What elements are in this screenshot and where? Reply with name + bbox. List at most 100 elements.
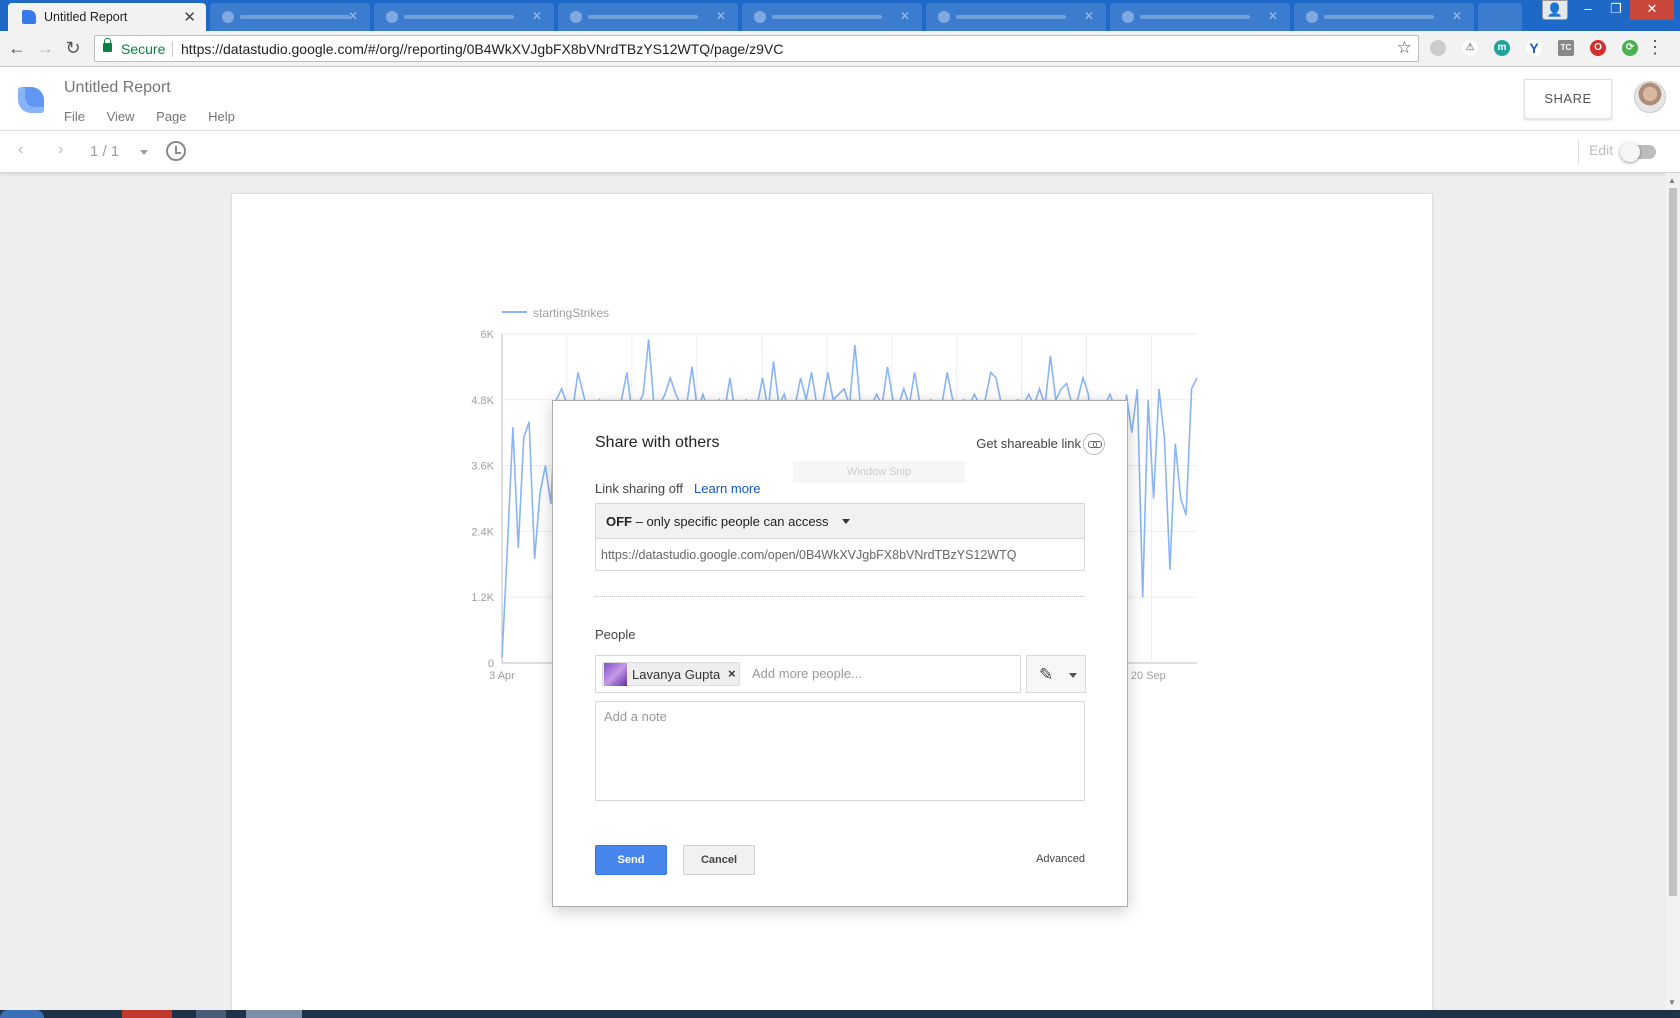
- remove-person-icon[interactable]: ×: [728, 666, 736, 681]
- menu-file[interactable]: File: [64, 109, 85, 124]
- menu-help[interactable]: Help: [208, 109, 235, 124]
- tab-title: Untitled Report: [44, 10, 128, 24]
- x-tick-label: 3 Apr: [489, 670, 515, 682]
- taskbar-app-chrome[interactable]: [122, 1010, 172, 1018]
- person-name: Lavanya Gupta: [632, 667, 721, 682]
- advanced-link[interactable]: Advanced: [1036, 853, 1085, 865]
- cancel-button[interactable]: Cancel: [683, 845, 755, 875]
- y-tick-label: 0: [488, 658, 494, 670]
- people-label: People: [595, 627, 636, 642]
- people-input[interactable]: Lavanya Gupta × Add more people...: [595, 655, 1021, 693]
- tab-favicon-icon: [1122, 11, 1134, 23]
- restore-icon[interactable]: ❐: [1602, 0, 1630, 20]
- browser-tab[interactable]: ✕: [374, 3, 554, 31]
- tab-close-icon[interactable]: ✕: [1452, 9, 1462, 23]
- address-separator: [172, 41, 173, 57]
- browser-tab[interactable]: ✕: [742, 3, 922, 31]
- tab-close-icon[interactable]: ✕: [348, 9, 358, 23]
- datastudio-logo-icon[interactable]: [18, 87, 44, 113]
- browser-tab[interactable]: ✕: [1294, 3, 1474, 31]
- tab-title-blurred: [588, 15, 698, 19]
- forward-arrow-icon[interactable]: →: [34, 37, 56, 59]
- edit-toggle[interactable]: [1620, 142, 1656, 162]
- browser-tab[interactable]: ✕: [210, 3, 370, 31]
- window-close-icon[interactable]: ✕: [1630, 0, 1674, 20]
- page-dropdown-caret-icon[interactable]: [140, 150, 148, 155]
- dialog-title: Share with others: [595, 434, 720, 451]
- browser-tab-strip: Untitled Report ✕ ✕ ✕ ✕ ✕ ✕ ✕ ✕ 👤 – ❐ ✕: [0, 0, 1680, 31]
- extension-red-icon[interactable]: O: [1590, 40, 1606, 56]
- note-placeholder: Add a note: [604, 709, 667, 724]
- version-history-icon[interactable]: [166, 141, 186, 161]
- browser-toolbar: ← → ↻ Secure https://datastudio.google.c…: [0, 31, 1680, 67]
- profile-icon[interactable]: 👤: [1542, 0, 1568, 20]
- back-arrow-icon[interactable]: ←: [6, 37, 28, 59]
- tab-close-icon[interactable]: ✕: [1084, 9, 1094, 23]
- start-button[interactable]: [0, 1010, 44, 1018]
- tab-title-blurred: [404, 15, 514, 19]
- note-textarea[interactable]: Add a note: [595, 701, 1085, 801]
- user-avatar[interactable]: [1634, 81, 1666, 113]
- scroll-up-icon[interactable]: ▲: [1668, 176, 1676, 185]
- add-people-placeholder[interactable]: Add more people...: [752, 666, 862, 681]
- y-axis-ticks: 0 1.2K 2.4K 3.6K 4.8K 6K: [471, 329, 494, 670]
- minimize-icon[interactable]: –: [1574, 0, 1602, 20]
- permission-dropdown[interactable]: ✎: [1026, 655, 1086, 693]
- person-chip[interactable]: Lavanya Gupta ×: [602, 662, 740, 686]
- new-tab-button[interactable]: [1478, 3, 1522, 31]
- previous-page-icon[interactable]: ‹: [18, 141, 23, 159]
- report-title[interactable]: Untitled Report: [64, 79, 171, 97]
- link-access-state: OFF: [606, 514, 632, 529]
- tab-close-icon[interactable]: ✕: [183, 8, 196, 26]
- tab-close-icon[interactable]: ✕: [1268, 9, 1278, 23]
- report-header: Untitled Report File View Page Help SHAR…: [0, 67, 1680, 131]
- y-tick-label: 2.4K: [471, 526, 494, 538]
- tab-favicon-icon: [1306, 11, 1318, 23]
- extension-tc-icon[interactable]: TC: [1558, 40, 1574, 56]
- reload-icon[interactable]: ↻: [62, 37, 84, 59]
- taskbar-app[interactable]: [246, 1010, 302, 1018]
- share-url-value: https://datastudio.google.com/open/0B4Wk…: [601, 548, 1017, 562]
- learn-more-link[interactable]: Learn more: [694, 481, 760, 496]
- chart-legend: startingStrikes: [502, 306, 609, 320]
- tab-close-icon[interactable]: ✕: [900, 9, 910, 23]
- browser-tab-active[interactable]: Untitled Report ✕: [8, 3, 206, 31]
- browser-tab[interactable]: ✕: [926, 3, 1106, 31]
- next-page-icon[interactable]: ›: [58, 141, 63, 159]
- lock-icon: [103, 38, 112, 52]
- browser-tab[interactable]: ✕: [558, 3, 738, 31]
- extension-y-icon[interactable]: Y: [1526, 40, 1542, 56]
- browser-menu-icon[interactable]: ⋮: [1646, 37, 1664, 58]
- extension-green-icon[interactable]: ⟳: [1622, 40, 1638, 56]
- link-icon[interactable]: [1083, 433, 1105, 455]
- address-bar[interactable]: Secure https://datastudio.google.com/#/o…: [94, 35, 1419, 62]
- tab-favicon-icon: [222, 11, 234, 23]
- tab-close-icon[interactable]: ✕: [716, 9, 726, 23]
- tab-title-blurred: [1324, 15, 1434, 19]
- get-shareable-link[interactable]: Get shareable link: [976, 436, 1081, 451]
- link-access-dropdown[interactable]: OFF – only specific people can access: [595, 503, 1085, 539]
- address-url[interactable]: https://datastudio.google.com/#/org//rep…: [181, 41, 783, 57]
- share-url-field[interactable]: https://datastudio.google.com/open/0B4Wk…: [595, 539, 1085, 571]
- taskbar-app[interactable]: [196, 1010, 226, 1018]
- page-indicator[interactable]: 1 / 1: [90, 143, 119, 160]
- menu-page[interactable]: Page: [156, 109, 186, 124]
- send-button[interactable]: Send: [595, 845, 667, 875]
- bookmark-star-icon[interactable]: ☆: [1397, 38, 1412, 58]
- extension-icon[interactable]: ⚠: [1462, 40, 1478, 56]
- share-button[interactable]: SHARE: [1524, 79, 1612, 119]
- dotted-divider: [595, 596, 1085, 597]
- browser-tab[interactable]: ✕: [1110, 3, 1290, 31]
- tab-favicon-icon: [386, 11, 398, 23]
- tab-favicon-icon: [754, 11, 766, 23]
- report-menubar: File View Page Help: [64, 109, 253, 124]
- extension-icon[interactable]: [1430, 40, 1446, 56]
- y-tick-label: 1.2K: [471, 592, 494, 604]
- scroll-down-icon[interactable]: ▼: [1668, 998, 1676, 1007]
- share-dialog: Share with others Get shareable link Win…: [552, 400, 1128, 907]
- extension-m-icon[interactable]: m: [1494, 40, 1510, 56]
- tab-close-icon[interactable]: ✕: [532, 9, 542, 23]
- menu-view[interactable]: View: [107, 109, 135, 124]
- secure-label: Secure: [121, 41, 166, 57]
- page-scrollbar-thumb[interactable]: [1669, 188, 1677, 896]
